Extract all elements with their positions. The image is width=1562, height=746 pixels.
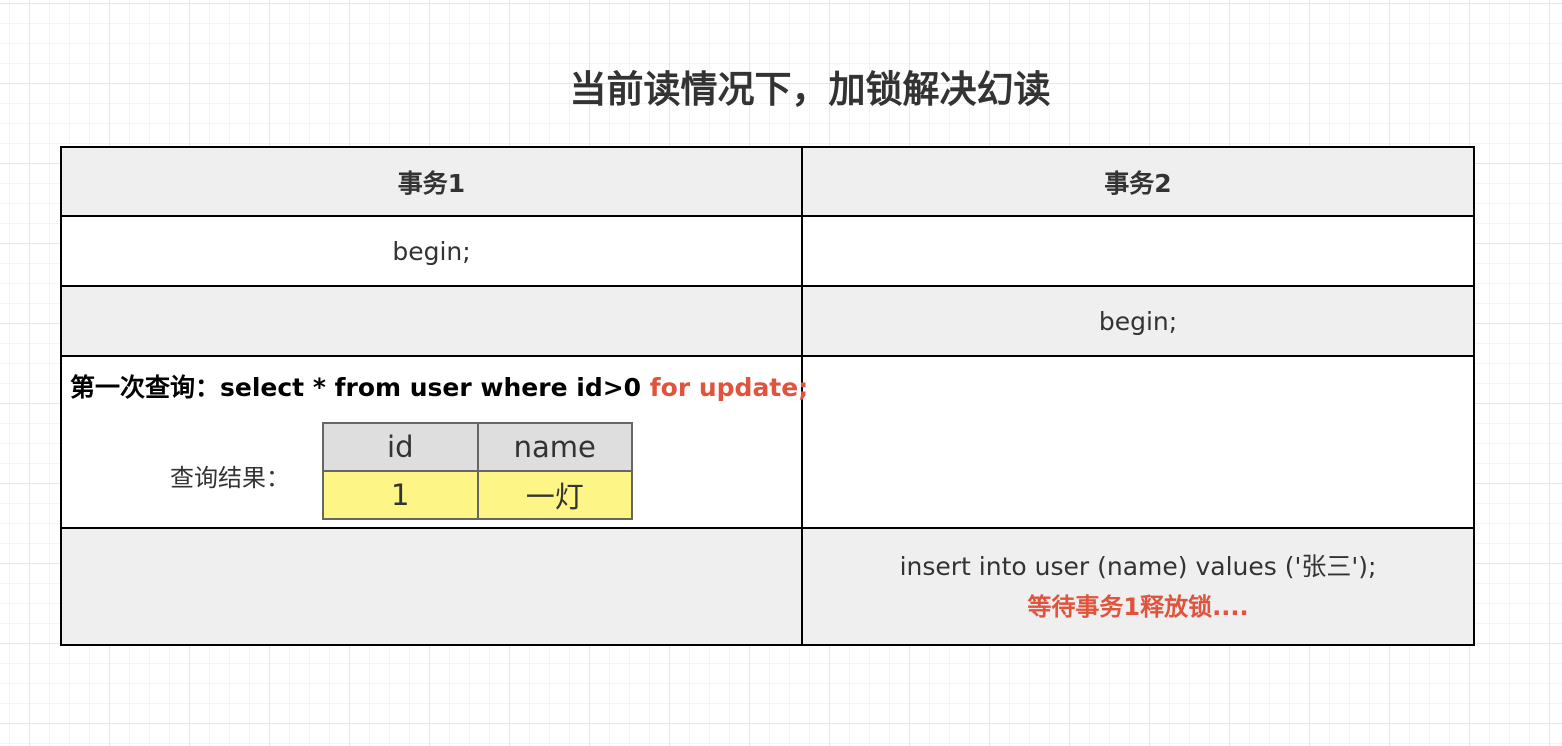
- query-statement-prefix: 第一次查询：select * from user where id>0: [70, 373, 650, 402]
- result-data-row: 1 一灯: [322, 470, 633, 520]
- row4-transaction-2: insert into user (name) values ('张三'); 等…: [801, 527, 1475, 646]
- insert-block: insert into user (name) values ('张三'); 等…: [900, 547, 1377, 627]
- row2-transaction-2: begin;: [801, 285, 1475, 357]
- row1-transaction-1: begin;: [60, 215, 803, 287]
- header-transaction-1: 事务1: [60, 146, 803, 217]
- query-result-label: 查询结果：: [170, 464, 290, 492]
- header-transaction-2: 事务2: [801, 146, 1475, 217]
- row4-transaction-1: [60, 527, 803, 646]
- query-for-update: for update;: [649, 373, 809, 402]
- row3-transaction-2: [801, 355, 1475, 529]
- query-result-table: id name 1 一灯: [322, 422, 633, 520]
- row1-transaction-2: [801, 215, 1475, 287]
- result-cell-name: 一灯: [476, 470, 633, 520]
- row2-transaction-1: [60, 285, 803, 357]
- insert-statement: insert into user (name) values ('张三');: [899, 551, 1377, 581]
- waiting-status: 等待事务1释放锁....: [1027, 592, 1249, 621]
- result-column-name: name: [476, 422, 633, 472]
- result-cell-id: 1: [322, 470, 479, 520]
- query-statement: 第一次查询：select * from user where id>0 for …: [70, 369, 808, 407]
- header-transaction-2-label: 事务2: [1104, 168, 1172, 198]
- header-transaction-1-label: 事务1: [397, 168, 466, 198]
- row2-transaction-2-text: begin;: [1098, 306, 1178, 336]
- row1-transaction-1-text: begin;: [392, 236, 471, 266]
- diagram-title: 当前读情况下，加锁解决幻读: [569, 68, 1051, 111]
- result-column-id: id: [322, 422, 479, 472]
- result-header-row: id name: [322, 422, 633, 472]
